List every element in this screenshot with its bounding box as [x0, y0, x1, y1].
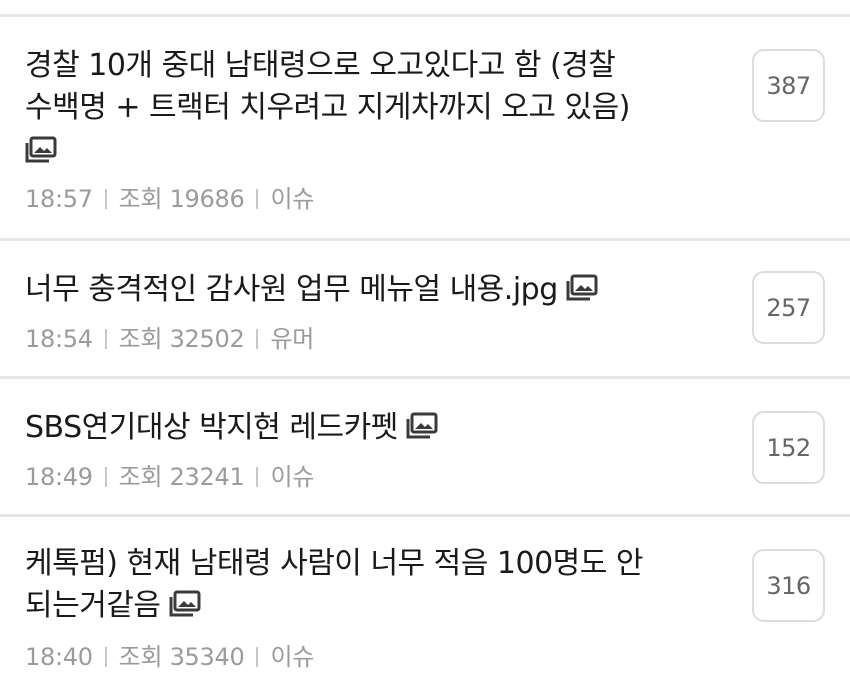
post-category: 이슈 [270, 185, 314, 213]
comment-count-button[interactable]: 152 [752, 411, 825, 484]
post-meta: 18:49 조회 23241 이슈 [25, 457, 314, 492]
comment-count-button[interactable]: 316 [752, 549, 825, 622]
post-time: 18:54 [25, 325, 93, 353]
meta-separator [104, 647, 107, 667]
meta-separator [256, 467, 259, 487]
post-category: 유머 [270, 325, 314, 353]
post-category: 이슈 [270, 643, 314, 671]
post-item-1[interactable]: 경찰 10개 중대 남태령으로 오고있다고 함 (경찰 수백명 + 트랙터 치우… [0, 17, 850, 241]
post-title-line-2[interactable]: 되는거같음 [25, 588, 161, 623]
post-title[interactable]: 케톡펌) 현재 남태령 사람이 너무 적음 100명도 안 되는거같음 [25, 543, 725, 627]
post-views: 32502 [169, 325, 245, 353]
meta-separator [256, 329, 259, 349]
comment-count-button[interactable]: 387 [752, 49, 825, 122]
post-title-line-1[interactable]: 너무 충격적인 감사원 업무 메뉴얼 내용.jpg [25, 272, 558, 307]
post-time: 18:49 [25, 463, 93, 491]
post-item-4[interactable]: 케톡펌) 현재 남태령 사람이 너무 적음 100명도 안 되는거같음 18:4… [0, 517, 850, 692]
post-views-label: 조회 [118, 463, 163, 491]
image-icon [169, 590, 200, 616]
post-title-line-1[interactable]: 케톡펌) 현재 남태령 사람이 너무 적음 100명도 안 [25, 546, 644, 581]
post-views-label: 조회 [118, 185, 163, 213]
comment-count-button[interactable]: 257 [752, 271, 825, 344]
post-title[interactable]: 경찰 10개 중대 남태령으로 오고있다고 함 (경찰 수백명 + 트랙터 치우… [25, 45, 725, 169]
post-views-label: 조회 [118, 643, 163, 671]
post-time: 18:40 [25, 643, 93, 671]
post-item-2[interactable]: 너무 충격적인 감사원 업무 메뉴얼 내용.jpg 18:54 조회 32502 유… [0, 241, 850, 379]
post-time: 18:57 [25, 185, 93, 213]
meta-separator [256, 189, 259, 209]
meta-separator [104, 329, 107, 349]
image-icon [406, 412, 438, 438]
post-category: 이슈 [270, 463, 314, 491]
meta-separator [104, 189, 107, 209]
post-views-label: 조회 [118, 325, 163, 353]
post-meta: 18:54 조회 32502 유머 [25, 319, 314, 354]
meta-separator [104, 467, 107, 487]
meta-separator [256, 647, 259, 667]
post-title[interactable]: SBS연기대상 박지현 레드카펫 [25, 407, 725, 449]
post-meta: 18:40 조회 35340 이슈 [25, 637, 314, 672]
post-views: 23241 [169, 463, 245, 491]
post-views: 19686 [169, 185, 245, 213]
post-views: 35340 [169, 643, 245, 671]
post-list-page: 경찰 10개 중대 남태령으로 오고있다고 함 (경찰 수백명 + 트랙터 치우… [0, 0, 850, 692]
post-meta: 18:57 조회 19686 이슈 [25, 179, 314, 214]
post-title-line-1[interactable]: 경찰 10개 중대 남태령으로 오고있다고 함 (경찰 [25, 48, 616, 83]
image-icon [566, 274, 598, 300]
post-item-3[interactable]: SBS연기대상 박지현 레드카펫 18:49 조회 23241 이슈 152 [0, 379, 850, 517]
post-title[interactable]: 너무 충격적인 감사원 업무 메뉴얼 내용.jpg [25, 269, 725, 311]
post-title-line-1[interactable]: SBS연기대상 박지현 레드카펫 [25, 410, 398, 445]
post-title-line-2[interactable]: 수백명 + 트랙터 치우려고 지게차까지 오고 있음) [25, 90, 630, 125]
image-icon [25, 136, 57, 162]
